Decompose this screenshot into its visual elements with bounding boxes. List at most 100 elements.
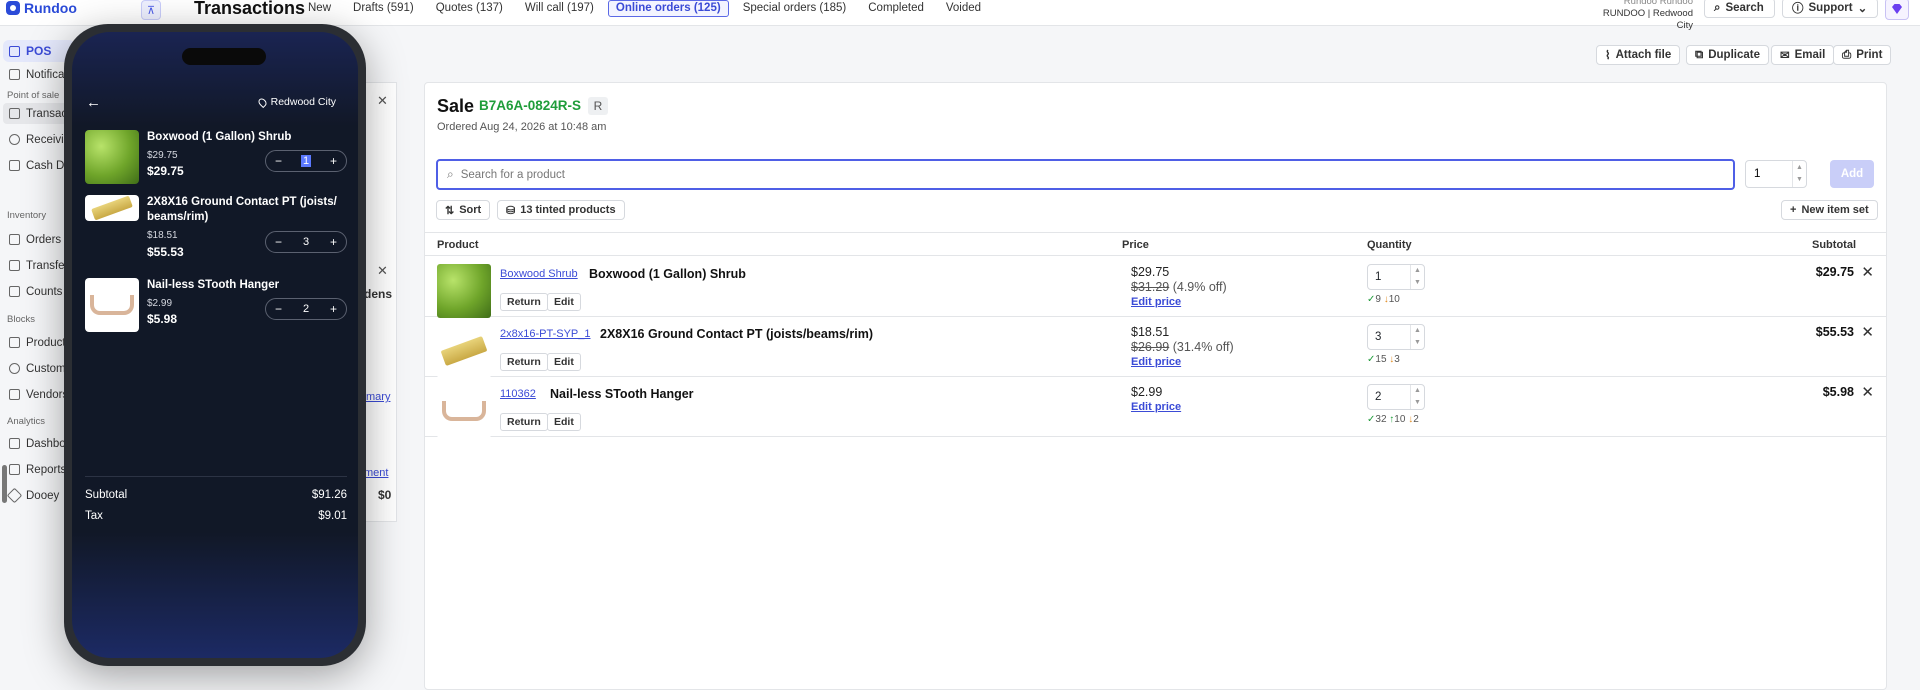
account-menu-button[interactable]: [1885, 0, 1909, 20]
sort-button[interactable]: ⇅ Sort: [436, 200, 491, 220]
grid-icon: [9, 337, 20, 348]
pos-icon: [9, 45, 20, 57]
minus-icon[interactable]: −: [275, 302, 282, 316]
product-sku-link[interactable]: 110362: [500, 388, 536, 400]
new-item-set-button[interactable]: + New item set: [1781, 200, 1878, 220]
cart-quantity-stepper[interactable]: − 1 +: [265, 150, 347, 172]
sidebar-item-label: Orders: [26, 233, 62, 246]
close-icon[interactable]: ✕: [377, 93, 388, 109]
tab-online-orders[interactable]: Online orders (125): [607, 0, 729, 17]
edit-price-link[interactable]: Edit price: [1131, 400, 1181, 415]
support-button[interactable]: ⓘ Support ⌄: [1782, 0, 1878, 18]
cart-item-total: $29.75: [147, 164, 184, 178]
edit-button[interactable]: Edit: [547, 293, 581, 311]
cart-item-image: [85, 130, 139, 184]
close-icon[interactable]: ✕: [377, 263, 388, 279]
search-icon: ⌕: [447, 167, 454, 181]
tab-new[interactable]: New: [300, 0, 339, 17]
cart-quantity[interactable]: 1: [300, 155, 312, 167]
cart-quantity-stepper[interactable]: − 3 +: [265, 231, 347, 253]
tab-drafts[interactable]: Drafts (591): [345, 0, 422, 17]
duplicate-label: Duplicate: [1708, 49, 1760, 61]
sidebar-item-label: Vendors: [26, 388, 69, 401]
tab-completed[interactable]: Completed: [860, 0, 932, 17]
quantity-field[interactable]: 1 ▲ ▼: [1367, 264, 1425, 290]
cart-quantity[interactable]: 3: [303, 236, 309, 248]
duplicate-button[interactable]: ⧉ Duplicate: [1686, 45, 1769, 65]
phone-screen: ← Redwood City Boxwood (1 Gallon) Shrub …: [72, 32, 358, 658]
tax-label: Tax: [85, 510, 103, 522]
tax-row: Tax $9.01: [85, 510, 347, 522]
email-button[interactable]: ✉ Email: [1771, 45, 1835, 65]
chart-icon: [9, 464, 20, 475]
tab-voided[interactable]: Voided: [938, 0, 989, 17]
return-button[interactable]: Return: [500, 353, 548, 371]
quantity-stepper[interactable]: ▲ ▼: [1792, 161, 1806, 187]
quantity-field[interactable]: 2 ▲ ▼: [1367, 384, 1425, 410]
remove-item-icon[interactable]: ✕: [1861, 263, 1874, 281]
sidebar-section-point-of-sale: Point of sale: [7, 90, 60, 101]
tab-quotes[interactable]: Quotes (137): [428, 0, 511, 17]
minus-icon[interactable]: −: [275, 154, 282, 168]
truck-icon: [9, 389, 20, 400]
edit-price-link[interactable]: Edit price: [1131, 295, 1227, 310]
original-price: $31.29: [1131, 280, 1170, 294]
attach-file-button[interactable]: ⌇ Attach file: [1596, 45, 1681, 65]
edit-button[interactable]: Edit: [547, 353, 581, 371]
product-search[interactable]: ⌕: [436, 159, 1735, 190]
cart-item: 2X8X16 Ground Contact PT (joists/ beams/…: [85, 195, 347, 265]
incoming-count: 2: [1413, 414, 1419, 425]
brand-name: Rundoo: [24, 0, 77, 16]
sale-status-badge: R: [588, 97, 608, 115]
stock-levels: ✓15 ↓3: [1367, 354, 1400, 365]
summary-link[interactable]: mary: [366, 391, 390, 403]
table-row: 2x8x16-PT-SYP_1 2X8X16 Ground Contact PT…: [425, 317, 1886, 378]
product-search-input[interactable]: [460, 168, 1661, 181]
table-header: Product Price Quantity Subtotal: [425, 232, 1886, 256]
sidebar-section-analytics: Analytics: [7, 416, 46, 427]
sale-panel: Sale B7A6A-0824R-S R Ordered Aug 24, 202…: [424, 82, 1887, 690]
in-stock-count: 15: [1375, 354, 1387, 365]
sidebar-item-label: POS: [26, 44, 52, 58]
add-quantity[interactable]: ▲▼: [1745, 160, 1807, 188]
phone-notch: [182, 48, 266, 65]
plus-icon[interactable]: +: [330, 154, 337, 168]
payment-link[interactable]: ment: [364, 467, 388, 479]
top-bar: Rundoo ⊼ Transactions New Drafts (591) Q…: [0, 0, 1920, 31]
remove-item-icon[interactable]: ✕: [1861, 383, 1874, 401]
return-button[interactable]: Return: [500, 413, 548, 431]
remove-item-icon[interactable]: ✕: [1861, 323, 1874, 341]
tab-special-orders[interactable]: Special orders (185): [735, 0, 855, 17]
search-button[interactable]: ⌕ Search: [1704, 0, 1775, 18]
add-button[interactable]: Add: [1830, 160, 1874, 188]
product-sku-link[interactable]: Boxwood Shrub: [500, 268, 578, 280]
store-switcher[interactable]: Rundoo Rundoo RUNDOO | Redwood City: [1590, 0, 1693, 32]
edit-button[interactable]: Edit: [547, 413, 581, 431]
quantity-field[interactable]: 3 ▲ ▼: [1367, 324, 1425, 350]
return-button[interactable]: Return: [500, 293, 548, 311]
sidebar-scrollbar[interactable]: [2, 465, 7, 503]
product-sku-link[interactable]: 2x8x16-PT-SYP_1: [500, 328, 591, 340]
cart-quantity[interactable]: 2: [303, 303, 309, 315]
plus-icon[interactable]: +: [330, 302, 337, 316]
chevron-down-icon: ⌄: [1857, 3, 1868, 15]
search-button-label: Search: [1725, 2, 1764, 14]
pin-sidebar-icon[interactable]: ⊼: [141, 0, 161, 20]
print-button[interactable]: ⎙ Print: [1833, 45, 1892, 65]
sidebar-section-inventory: Inventory: [7, 210, 47, 221]
add-quantity-input[interactable]: [1746, 168, 1792, 180]
subtotal-label: Subtotal: [85, 489, 128, 501]
plus-icon[interactable]: +: [330, 235, 337, 249]
sale-id: B7A6A-0824R-S: [479, 98, 582, 113]
ordered-date: Ordered Aug 24, 2026 at 10:48 am: [437, 121, 607, 133]
tinted-products-button[interactable]: ⛁ 13 tinted products: [497, 200, 625, 220]
quantity-stepper[interactable]: ▲ ▼: [1410, 325, 1424, 349]
quantity-stepper[interactable]: ▲ ▼: [1410, 385, 1424, 409]
edit-price-link[interactable]: Edit price: [1131, 355, 1234, 370]
minus-icon[interactable]: −: [275, 235, 282, 249]
rundoo-logo[interactable]: Rundoo: [6, 0, 77, 16]
tab-will-call[interactable]: Will call (197): [517, 0, 602, 17]
back-arrow-icon[interactable]: ←: [86, 94, 101, 111]
quantity-stepper[interactable]: ▲ ▼: [1410, 265, 1424, 289]
cart-quantity-stepper[interactable]: − 2 +: [265, 298, 347, 320]
